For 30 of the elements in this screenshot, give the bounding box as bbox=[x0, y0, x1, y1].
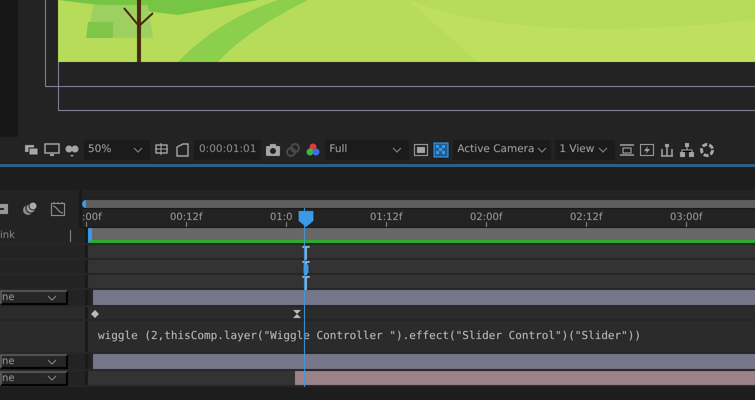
camera-icon[interactable] bbox=[265, 142, 282, 158]
layout-dropdown[interactable]: 1 View bbox=[555, 140, 616, 160]
time-label: 01:12f bbox=[370, 211, 402, 225]
align-icon[interactable] bbox=[619, 142, 636, 158]
fast-preview-icon[interactable] bbox=[413, 142, 430, 158]
flash-icon[interactable] bbox=[639, 142, 656, 158]
view-dropdown[interactable]: Active Camera bbox=[453, 140, 552, 160]
graph-editor-icon[interactable] bbox=[50, 201, 66, 217]
blend-mode-dropdown[interactable]: ne bbox=[0, 370, 68, 386]
mask-path-icon[interactable] bbox=[174, 142, 190, 158]
reset-exposure-icon[interactable] bbox=[699, 142, 716, 158]
time-label: 00:12f bbox=[170, 211, 202, 225]
region-icon[interactable] bbox=[154, 142, 170, 158]
time-label: 02:00f bbox=[470, 211, 502, 225]
zoom-dropdown[interactable]: 50% bbox=[84, 140, 150, 160]
time-label: 01:0 bbox=[270, 211, 292, 225]
layer-name: ink bbox=[0, 229, 15, 243]
time-label: 03:00f bbox=[670, 211, 702, 225]
blend-mode-dropdown[interactable]: ne bbox=[0, 354, 68, 369]
monitor-icon[interactable] bbox=[44, 142, 60, 158]
resolution-dropdown[interactable]: Full bbox=[325, 140, 410, 160]
transparency-grid-icon[interactable] bbox=[433, 142, 450, 158]
time-label: 02:12f bbox=[570, 211, 602, 225]
flowchart-icon[interactable] bbox=[659, 142, 676, 158]
hierarchy-icon[interactable] bbox=[679, 142, 696, 158]
blend-mode-dropdown[interactable]: ne bbox=[0, 290, 68, 305]
time-label: :00f bbox=[82, 211, 102, 225]
timecode-field[interactable]: 0:00:01:01 bbox=[194, 140, 262, 160]
motion-blur-icon[interactable] bbox=[22, 201, 38, 217]
color-channels-icon[interactable] bbox=[305, 142, 322, 158]
